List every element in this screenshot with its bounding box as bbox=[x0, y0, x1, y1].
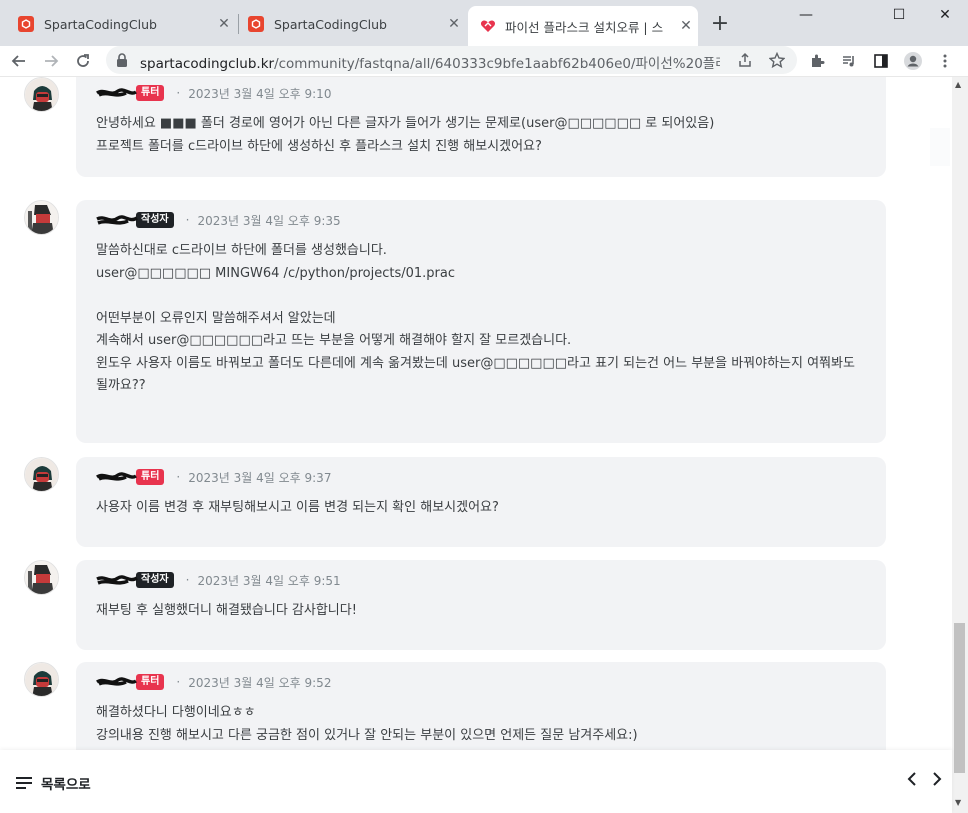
close-icon: ✕ bbox=[939, 7, 951, 23]
back-button[interactable] bbox=[6, 48, 32, 74]
lock-icon bbox=[117, 53, 127, 67]
redacted-username bbox=[96, 214, 138, 226]
avatar[interactable] bbox=[24, 77, 59, 112]
avatar[interactable] bbox=[24, 662, 59, 697]
browser-menu-button[interactable] bbox=[932, 48, 958, 74]
url-host: spartacodingclub.kr bbox=[140, 56, 275, 72]
star-icon bbox=[769, 52, 785, 68]
prev-post-button[interactable] bbox=[902, 770, 922, 792]
comment-bubble: 작성자 · 2023년 3월 4일 오후 9:51 재부팅 후 실행했더니 해결… bbox=[76, 560, 886, 650]
comment-body: 해결하셨다니 다행이네요ㅎㅎ 강의내용 진행 해보시고 다른 궁금한 점이 있거… bbox=[96, 705, 638, 743]
comment-thread[interactable]: 튜터 · 2023년 3월 4일 오후 9:10 안녕하세요 ■■■ 폴더 경로… bbox=[0, 77, 952, 750]
comment-meta: 튜터 · 2023년 3월 4일 오후 9:52 bbox=[96, 674, 866, 690]
comment-bubble: 작성자 · 2023년 3월 4일 오후 9:35 말씀하신대로 c드라이브 하… bbox=[76, 200, 886, 443]
maximize-icon: ☐ bbox=[892, 7, 906, 23]
browser-tab-1[interactable]: SpartaCodingClub ✕ bbox=[8, 8, 236, 40]
profile-button[interactable] bbox=[900, 48, 926, 74]
address-bar[interactable]: spartacodingclub.kr/community/fastqna/al… bbox=[106, 46, 797, 74]
minimize-button[interactable]: — bbox=[783, 0, 829, 30]
scroll-up-icon[interactable]: ▲ bbox=[955, 80, 961, 89]
sparta-favicon-icon bbox=[18, 16, 34, 32]
tab-strip: SpartaCodingClub ✕ SpartaCodingClub ✕ 파이… bbox=[0, 0, 968, 46]
meta-separator: · bbox=[176, 86, 181, 100]
browser-toolbar: spartacodingclub.kr/community/fastqna/al… bbox=[0, 46, 968, 76]
profile-icon bbox=[904, 52, 922, 70]
comment-meta: 작성자 · 2023년 3월 4일 오후 9:35 bbox=[96, 212, 866, 228]
bookmark-button[interactable] bbox=[764, 47, 790, 73]
author-badge: 작성자 bbox=[136, 212, 174, 228]
redacted-username bbox=[96, 87, 137, 99]
side-panel-edge bbox=[930, 128, 950, 166]
heart-favicon-icon bbox=[480, 18, 496, 34]
maximize-button[interactable]: ☐ bbox=[876, 0, 922, 30]
comment-bubble: 튜터 · 2023년 3월 4일 오후 9:52 해결하셨다니 다행이네요ㅎㅎ … bbox=[76, 662, 886, 750]
tab-title: 파이선 플라스크 설치오류 | 스 bbox=[505, 19, 664, 35]
browser-tab-active[interactable]: 파이선 플라스크 설치오류 | 스 ✕ bbox=[468, 6, 698, 46]
reload-icon bbox=[77, 54, 89, 67]
comment-meta: 작성자 · 2023년 3월 4일 오후 9:51 bbox=[96, 572, 866, 588]
comment-bubble: 튜터 · 2023년 3월 4일 오후 9:10 안녕하세요 ■■■ 폴더 경로… bbox=[76, 77, 886, 177]
meta-separator: · bbox=[176, 470, 181, 484]
tab-title: SpartaCodingClub bbox=[44, 16, 157, 32]
url-path: /community/fastqna/all/640333c9bfe1aabf6… bbox=[274, 56, 720, 72]
playlist-icon bbox=[843, 56, 854, 67]
side-panel-icon bbox=[874, 54, 888, 68]
back-to-list-label: 목록으로 bbox=[41, 777, 91, 793]
meta-separator: · bbox=[185, 213, 190, 227]
back-to-list-button[interactable]: 목록으로 bbox=[16, 773, 91, 793]
author-badge: 작성자 bbox=[136, 572, 174, 588]
more-vertical-icon bbox=[943, 54, 947, 68]
comment-timestamp: 2023년 3월 4일 오후 9:35 bbox=[197, 213, 341, 228]
next-post-button[interactable] bbox=[927, 770, 947, 792]
browser-tab-2[interactable]: SpartaCodingClub ✕ bbox=[238, 8, 466, 40]
tab-title: SpartaCodingClub bbox=[274, 16, 387, 32]
scroll-down-icon[interactable]: ▼ bbox=[955, 798, 961, 807]
forward-button[interactable] bbox=[38, 48, 64, 74]
comment-timestamp: 2023년 3월 4일 오후 9:37 bbox=[188, 470, 332, 485]
minimize-icon: — bbox=[799, 7, 813, 23]
puzzle-icon bbox=[812, 54, 825, 67]
redacted-username bbox=[96, 471, 137, 483]
avatar[interactable] bbox=[24, 457, 59, 492]
comment-body: 안녕하세요 ■■■ 폴더 경로에 영어가 아닌 다른 글자가 들어가 생기는 문… bbox=[96, 116, 715, 154]
bottom-nav-bar: 목록으로 bbox=[0, 750, 952, 813]
comment-bubble: 튜터 · 2023년 3월 4일 오후 9:37 사용자 이름 변경 후 재부팅… bbox=[76, 457, 886, 547]
share-button[interactable] bbox=[732, 47, 758, 73]
close-tab-icon[interactable]: ✕ bbox=[216, 16, 232, 32]
comment-body: 사용자 이름 변경 후 재부팅해보시고 이름 변경 되는지 확인 해보시겠어요? bbox=[96, 500, 499, 515]
redacted-username bbox=[96, 676, 137, 688]
meta-separator: · bbox=[185, 573, 190, 587]
tutor-badge: 튜터 bbox=[136, 469, 165, 485]
reload-button[interactable] bbox=[70, 48, 96, 74]
avatar[interactable] bbox=[24, 200, 59, 235]
tutor-badge: 튜터 bbox=[136, 85, 165, 101]
comment-timestamp: 2023년 3월 4일 오후 9:52 bbox=[188, 675, 332, 690]
side-panel-button[interactable] bbox=[868, 48, 894, 74]
scrollbar-thumb[interactable] bbox=[954, 623, 965, 773]
redacted-username bbox=[96, 574, 138, 586]
comment-body: 재부팅 후 실행했더니 해결됐습니다 감사합니다! bbox=[96, 603, 357, 618]
comment-meta: 튜터 · 2023년 3월 4일 오후 9:37 bbox=[96, 469, 866, 485]
meta-separator: · bbox=[176, 675, 181, 689]
window-close-button[interactable]: ✕ bbox=[922, 0, 968, 30]
close-tab-icon[interactable]: ✕ bbox=[678, 18, 694, 34]
tutor-badge: 튜터 bbox=[136, 674, 165, 690]
new-tab-button[interactable]: + bbox=[708, 12, 732, 36]
arrow-left-icon bbox=[11, 55, 25, 67]
list-icon bbox=[16, 777, 32, 789]
share-icon bbox=[739, 52, 751, 67]
extensions-button[interactable] bbox=[804, 48, 830, 74]
comment-timestamp: 2023년 3월 4일 오후 9:51 bbox=[197, 573, 341, 588]
chevron-right-icon bbox=[933, 772, 942, 786]
url-text: spartacodingclub.kr/community/fastqna/al… bbox=[140, 52, 720, 72]
comment-body: 말씀하신대로 c드라이브 하단에 폴더를 생성했습니다. user@□□□□□□… bbox=[96, 243, 855, 393]
sparta-favicon-icon bbox=[248, 16, 264, 32]
media-button[interactable] bbox=[836, 48, 862, 74]
chevron-left-icon bbox=[907, 772, 916, 786]
close-tab-icon[interactable]: ✕ bbox=[446, 16, 462, 32]
avatar[interactable] bbox=[24, 560, 59, 595]
arrow-right-icon bbox=[45, 55, 59, 67]
comment-timestamp: 2023년 3월 4일 오후 9:10 bbox=[188, 86, 332, 101]
comment-meta: 튜터 · 2023년 3월 4일 오후 9:10 bbox=[96, 85, 866, 101]
